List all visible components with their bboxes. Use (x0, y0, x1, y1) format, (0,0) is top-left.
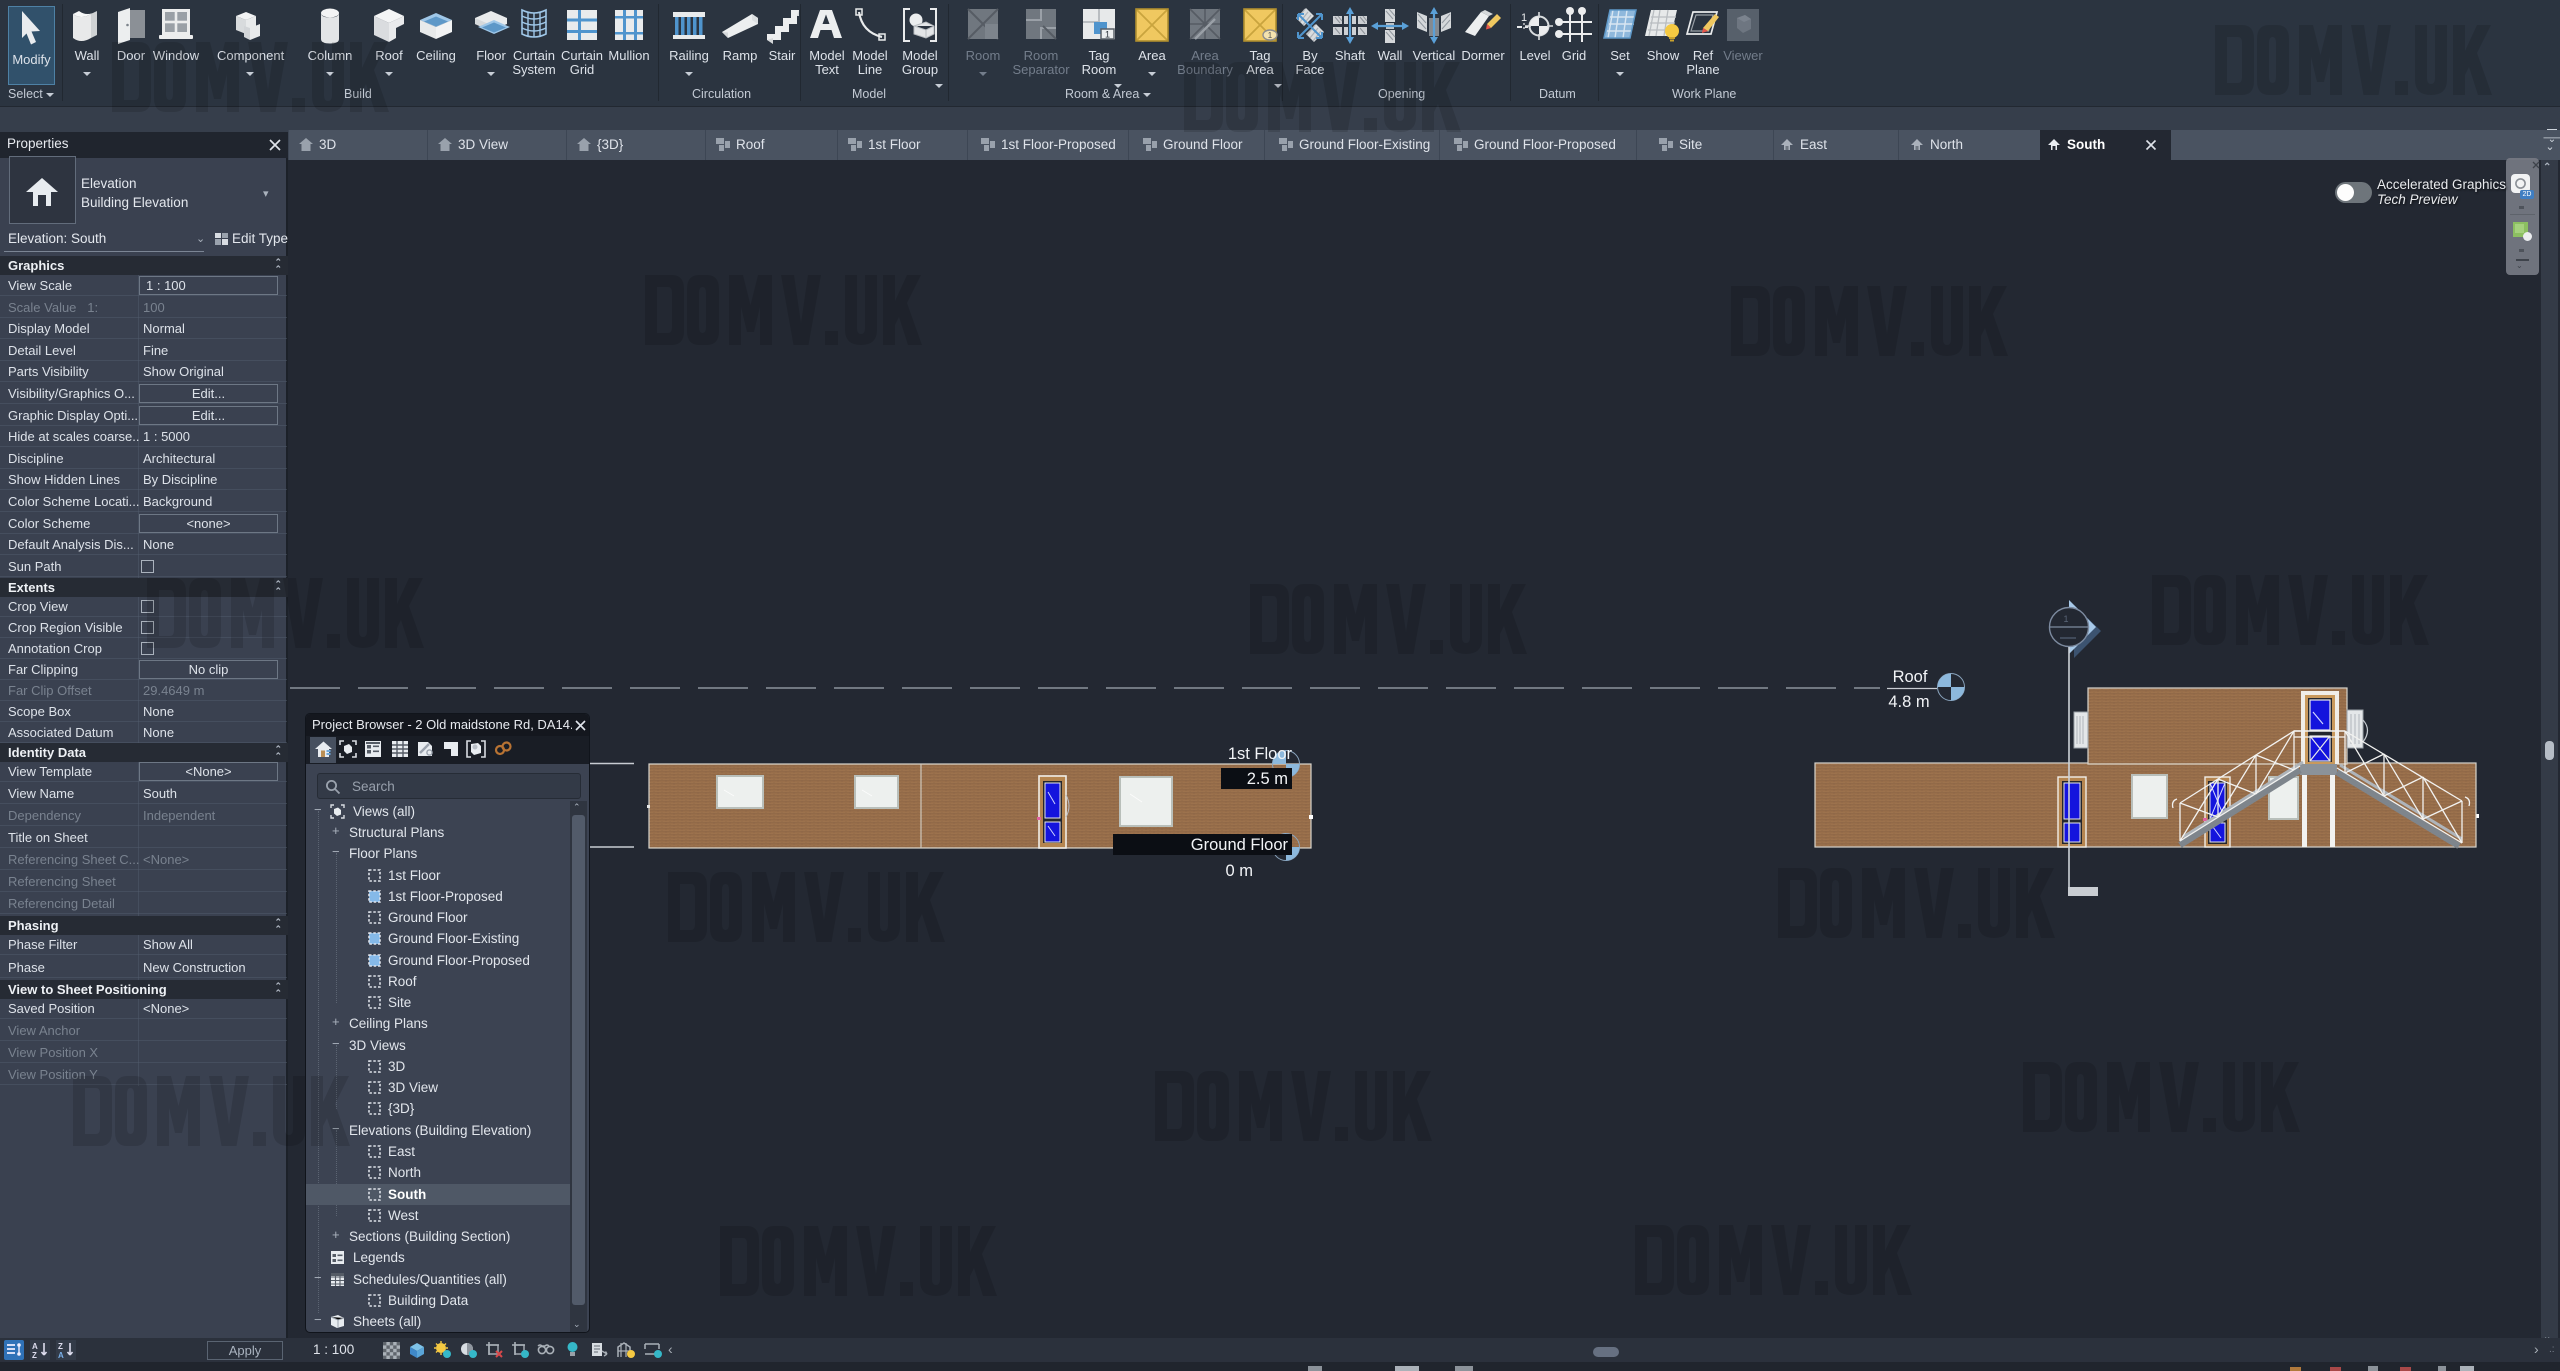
svg-text:Ground Floor: Ground Floor (1191, 836, 1289, 854)
svg-text:1: 1 (1521, 12, 1527, 24)
svg-text:Z: Z (58, 1342, 63, 1351)
svg-text:1: 1 (2063, 614, 2068, 624)
svg-text:Roof: Roof (1893, 668, 1928, 686)
svg-text:1st Floor: 1st Floor (1228, 745, 1293, 763)
svg-text:A: A (32, 1342, 38, 1351)
svg-text:4.8 m: 4.8 m (1888, 693, 1929, 711)
svg-text:A: A (58, 1351, 64, 1359)
svg-text:Z: Z (32, 1351, 37, 1359)
svg-text:0 m: 0 m (1225, 862, 1253, 880)
svg-text:1: 1 (1105, 30, 1110, 40)
svg-text:2.5 m: 2.5 m (1247, 770, 1288, 788)
svg-text:1: 1 (1268, 31, 1273, 40)
